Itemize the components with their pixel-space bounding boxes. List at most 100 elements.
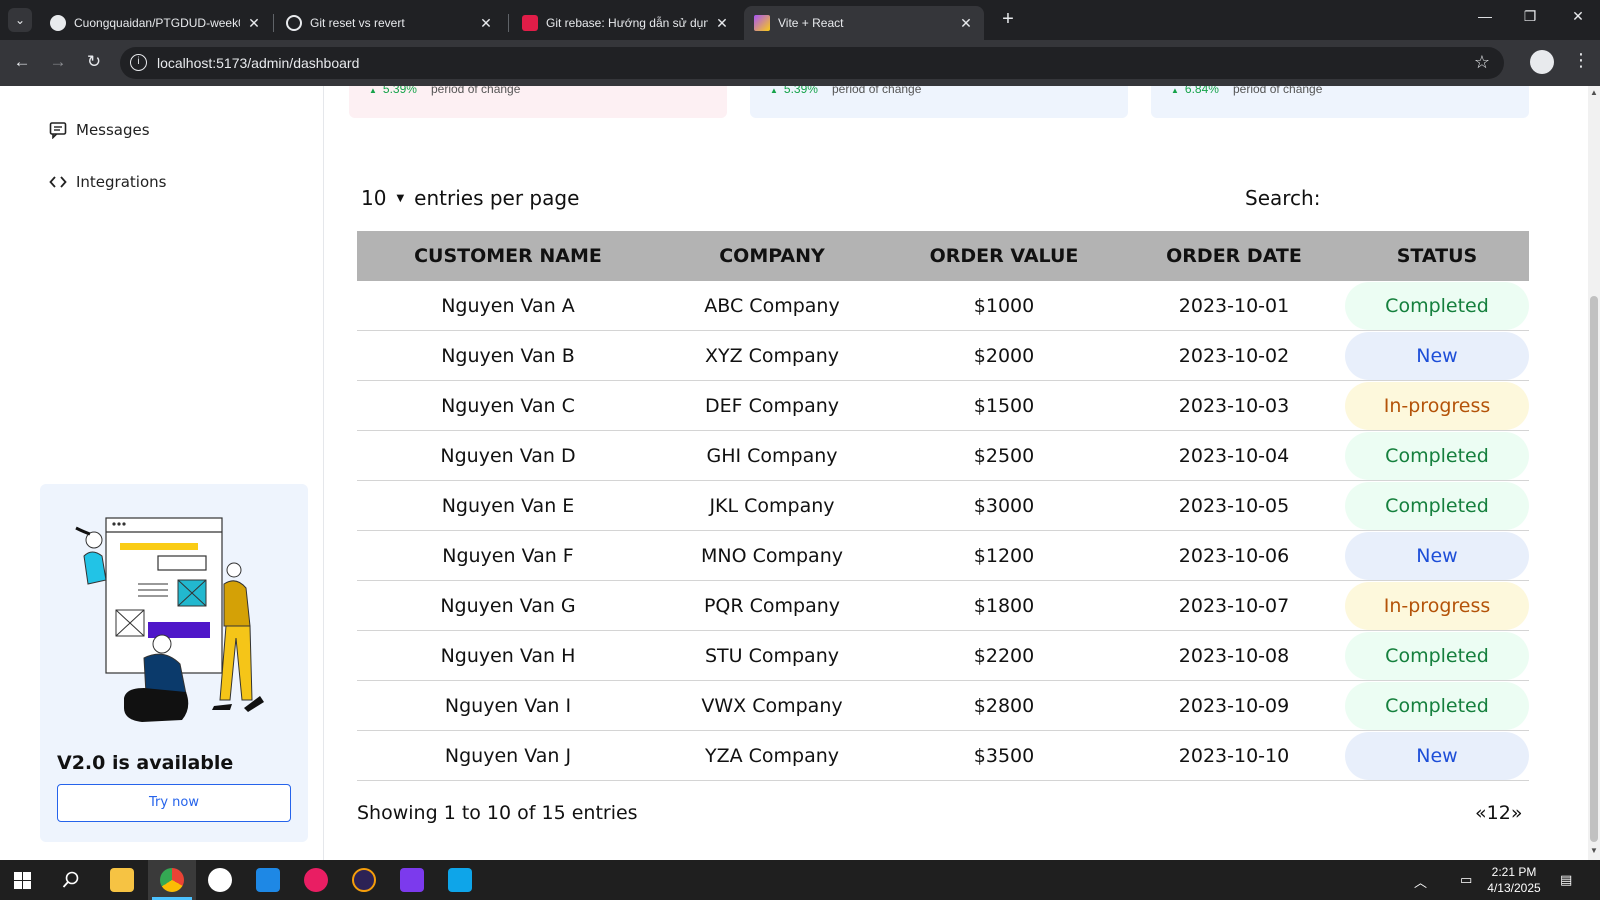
trend-up-icon: ▲ [770,86,778,95]
trend-up-icon: ▲ [369,86,377,95]
column-header[interactable]: ORDER DATE [1123,245,1345,267]
close-icon[interactable]: ✕ [478,15,494,32]
vscode-icon[interactable] [256,868,280,892]
column-header[interactable]: STATUS [1345,245,1529,267]
openai-icon [286,15,302,31]
page-button[interactable]: 1 [1487,802,1499,824]
promo-title: V2.0 is available [57,752,234,774]
back-icon[interactable]: ← [11,52,33,72]
page-length-control: 10 ▼ entries per page [361,186,579,210]
profile-avatar-icon[interactable] [1530,50,1554,74]
page-button[interactable]: 2 [1499,802,1511,824]
table-row: Nguyen Van E JKL Company $3000 2023-10-05 Co… [357,481,1529,531]
order-value-cell: $3500 [973,744,1035,767]
network-icon[interactable]: ▭ [1460,872,1472,888]
pagination: « 1 2 » [1475,802,1522,824]
app-icon[interactable] [304,868,328,892]
status-cell: New [1345,331,1529,380]
sidebar-item-label: Integrations [76,173,167,191]
customer-name-cell: Nguyen Van A [441,294,575,317]
app-icon[interactable] [208,868,232,892]
order-value-cell: $2000 [973,344,1035,367]
search-icon[interactable] [62,871,80,889]
tab-search-chevron-icon[interactable]: ⌄ [8,8,32,32]
company-cell: PQR Company [703,594,841,617]
close-icon[interactable]: ✕ [714,15,730,32]
eclipse-icon[interactable] [352,868,376,892]
scroll-down-icon[interactable]: ▼ [1588,846,1600,855]
column-header[interactable]: CUSTOMER NAME [357,245,659,267]
close-icon[interactable]: ✕ [246,15,262,32]
order-value-cell: $1800 [973,594,1035,617]
order-date-cell: 2023-10-06 [1178,544,1290,567]
close-icon[interactable]: ✕ [958,15,974,32]
order-value-cell: $1000 [973,294,1035,317]
tab-vite-react[interactable]: Vite + React ✕ [744,6,984,40]
file-explorer-icon[interactable] [110,868,134,892]
stat-delta: ▲ 6.84% [1171,86,1219,96]
more-menu-icon[interactable]: ⋮ [1572,50,1590,71]
scroll-up-icon[interactable]: ▲ [1588,88,1600,97]
table-row: Nguyen Van G PQR Company $1800 2023-10-07 In… [357,581,1529,631]
window-close-icon[interactable]: ✕ [1563,8,1593,25]
minimize-icon[interactable]: — [1470,8,1500,24]
code-icon [48,172,68,192]
sidebar-item-integrations[interactable]: Integrations [48,172,166,192]
try-now-button[interactable]: Try now [57,784,291,822]
status-badge: New [1345,331,1529,380]
tab-github[interactable]: Cuongquaidan/PTGDUD-week0 ✕ [40,6,272,40]
system-clock[interactable]: 2:21 PM 4/13/2025 [1476,864,1552,896]
company-cell: STU Company [704,644,839,667]
table-row: Nguyen Van D GHI Company $2500 2023-10-04 Co… [357,431,1529,481]
scrollbar-thumb[interactable] [1590,296,1598,842]
company-cell: XYZ Company [704,344,840,367]
sidebar-item-messages[interactable]: Messages [48,120,150,140]
windows-start-icon[interactable] [14,872,31,889]
stat-card: ▲ 5.39% period of change [349,86,727,118]
status-badge: Completed [1345,631,1529,680]
chrome-icon[interactable] [160,868,184,892]
new-tab-icon[interactable]: + [996,8,1020,31]
table-info: Showing 1 to 10 of 15 entries [357,802,638,824]
address-bar[interactable]: i localhost:5173/admin/dashboard ☆ [120,47,1504,79]
visual-studio-icon[interactable] [400,868,424,892]
first-page-button[interactable]: « [1475,802,1487,824]
tab-title: Git reset vs revert [310,16,405,30]
table-header: CUSTOMER NAME COMPANY ORDER VALUE ORDER … [357,231,1529,281]
column-header[interactable]: ORDER VALUE [885,245,1123,267]
status-cell: Completed [1345,681,1529,730]
site-info-icon[interactable]: i [130,54,147,71]
tab-title: Vite + React [778,16,844,30]
forward-icon[interactable]: → [47,52,69,72]
status-badge: Completed [1345,481,1529,530]
tray-chevron-icon[interactable]: ︿ [1414,872,1427,891]
stat-card: ▲ 6.84% period of change [1151,86,1529,118]
company-cell: JKL Company [709,494,835,517]
upgrade-promo-card: V2.0 is available Try now [40,484,308,842]
table-body: Nguyen Van A ABC Company $1000 2023-10-01 Co… [357,281,1529,781]
app-icon[interactable] [448,868,472,892]
status-cell: Completed [1345,431,1529,480]
restore-icon[interactable]: ❐ [1515,8,1545,25]
tab-title: Cuongquaidan/PTGDUD-week0 [74,16,240,30]
status-cell: New [1345,731,1529,780]
tab-git-reset[interactable]: Git reset vs revert ✕ [276,6,504,40]
clock-date: 4/13/2025 [1487,881,1541,895]
stat-card: ▲ 5.39% period of change [750,86,1128,118]
status-cell: In-progress [1345,581,1529,630]
customer-name-cell: Nguyen Van J [444,744,572,767]
page-size-select[interactable]: 10 ▼ [361,186,404,210]
last-page-button[interactable]: » [1511,802,1523,824]
sidebar: Messages Integrations V2.0 is available … [0,86,324,860]
page-viewport: Messages Integrations V2.0 is available … [0,86,1588,860]
column-header[interactable]: COMPANY [659,245,885,267]
notification-icon[interactable]: ▤ [1560,872,1572,888]
reload-icon[interactable]: ↻ [83,52,105,72]
bookmark-star-icon[interactable]: ☆ [1474,52,1490,73]
url-text[interactable]: localhost:5173/admin/dashboard [157,55,359,71]
stat-note: period of change [431,86,521,96]
tab-git-rebase[interactable]: Git rebase: Hướng dẫn sử dụng ✕ [512,6,740,40]
company-cell: GHI Company [706,444,838,467]
status-badge: In-progress [1345,581,1529,630]
status-cell: Completed [1345,631,1529,680]
